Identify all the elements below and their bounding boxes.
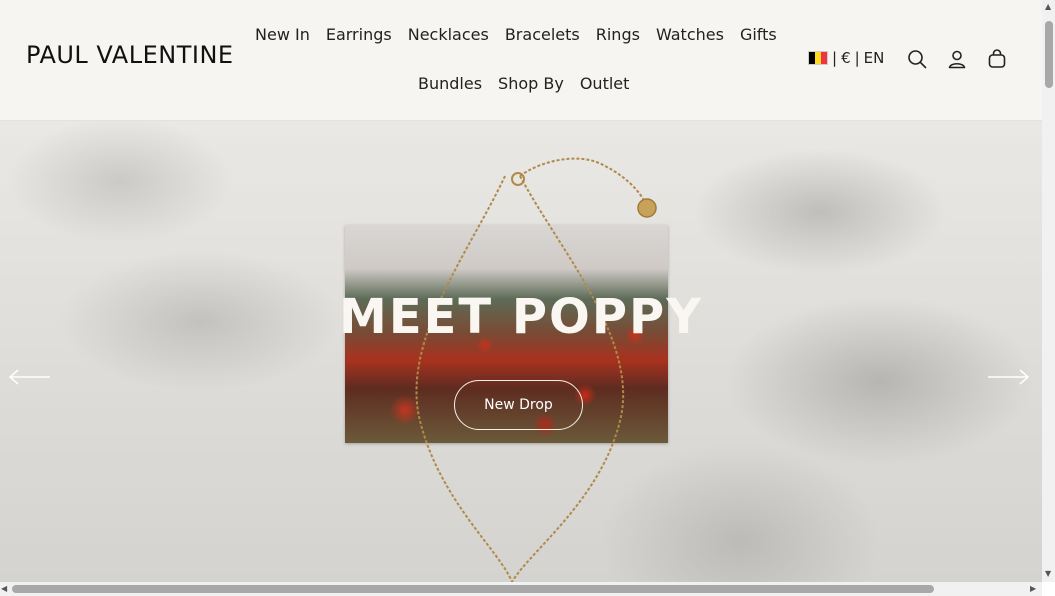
- scroll-right-icon[interactable]: ▶: [1030, 585, 1036, 593]
- new-drop-button[interactable]: New Drop: [454, 380, 583, 430]
- nav-item-shop-by[interactable]: Shop By: [490, 74, 572, 93]
- carousel-prev-arrow-icon[interactable]: [8, 367, 52, 387]
- cart-icon[interactable]: [986, 48, 1008, 70]
- locale-separator: |: [854, 49, 860, 67]
- nav-item-bundles[interactable]: Bundles: [410, 74, 490, 93]
- site-header: PAUL VALENTINE New In Earrings Necklaces…: [0, 0, 1042, 121]
- nav-item-earrings[interactable]: Earrings: [318, 25, 400, 44]
- hero-title: MEET POPPY: [339, 289, 703, 345]
- nav-item-watches[interactable]: Watches: [648, 25, 732, 44]
- main-nav-row-1: New In Earrings Necklaces Bracelets Ring…: [247, 25, 785, 44]
- currency-label: €: [841, 49, 851, 67]
- brand-logo[interactable]: PAUL VALENTINE: [26, 41, 234, 69]
- vertical-scrollbar[interactable]: ▲ ▼: [1042, 0, 1055, 582]
- account-icon[interactable]: [946, 48, 968, 70]
- nav-item-new-in[interactable]: New In: [247, 25, 318, 44]
- nav-item-outlet[interactable]: Outlet: [572, 74, 638, 93]
- nav-item-bracelets[interactable]: Bracelets: [497, 25, 588, 44]
- nav-item-gifts[interactable]: Gifts: [732, 25, 785, 44]
- hero-banner: MEET POPPY New Drop: [0, 121, 1042, 582]
- main-nav-row-2: Bundles Shop By Outlet: [410, 74, 637, 93]
- scroll-left-icon[interactable]: ◀: [1, 585, 7, 593]
- belgium-flag-icon: [808, 51, 828, 65]
- horizontal-scrollbar[interactable]: ◀ ▶: [0, 582, 1042, 596]
- nav-item-rings[interactable]: Rings: [588, 25, 648, 44]
- carousel-next-arrow-icon[interactable]: [986, 367, 1030, 387]
- scroll-down-icon[interactable]: ▼: [1045, 570, 1051, 578]
- search-icon[interactable]: [906, 48, 928, 70]
- vertical-scroll-thumb[interactable]: [1045, 21, 1053, 88]
- language-label: EN: [863, 49, 885, 67]
- locale-selector[interactable]: | € | EN: [808, 49, 884, 67]
- locale-separator: |: [832, 49, 838, 67]
- scroll-up-icon[interactable]: ▲: [1045, 3, 1051, 11]
- nav-item-necklaces[interactable]: Necklaces: [400, 25, 497, 44]
- horizontal-scroll-thumb[interactable]: [12, 585, 934, 593]
